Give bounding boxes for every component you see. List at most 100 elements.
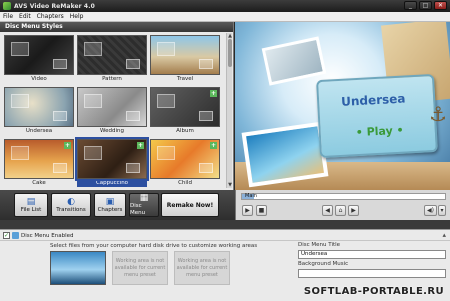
working-area-3[interactable]: Working area is not available for curren… <box>174 251 230 285</box>
disc-menu-icon: ▦ <box>139 193 149 203</box>
timeline-bar[interactable]: Main <box>241 193 446 200</box>
style-item-pattern[interactable]: Pattern <box>77 35 147 83</box>
style-label: Cake <box>32 180 46 186</box>
file-list-icon: ▤ <box>26 196 36 207</box>
background-music-label: Background Music <box>298 261 349 267</box>
placeholder-photo-icon <box>84 42 102 56</box>
file-list-label: File List <box>20 206 42 213</box>
menu-home-button[interactable]: ⌂ <box>335 205 346 216</box>
transitions-button[interactable]: ◐ Transitions <box>51 193 91 217</box>
chapters-button[interactable]: ▣ Chapters <box>94 193 126 217</box>
collapse-icon[interactable]: ▴ <box>442 231 446 239</box>
menu-title-label: Disc Menu Title <box>298 242 341 248</box>
close-button[interactable]: ✕ <box>434 1 447 10</box>
menu-file[interactable]: File <box>3 13 13 20</box>
menu-properties: Disc Menu Title Undersea Background Musi… <box>298 242 446 278</box>
new-badge-icon: + <box>64 142 71 149</box>
style-thumbnail[interactable]: + <box>150 87 220 127</box>
style-item-album[interactable]: + Album <box>150 87 220 135</box>
preview-photo-frame <box>241 121 329 188</box>
styles-grid: Video Pattern Travel Undersea Wedding + … <box>4 35 226 187</box>
style-item-wedding[interactable]: Wedding <box>77 87 147 135</box>
placeholder-photo-icon <box>53 111 67 121</box>
style-thumbnail[interactable]: + <box>150 139 220 179</box>
maximize-button[interactable]: □ <box>419 1 432 10</box>
placeholder-photo-icon <box>53 163 67 173</box>
previous-button[interactable]: ◀ <box>322 205 333 216</box>
remake-now-button[interactable]: Remake Now! <box>161 193 219 217</box>
style-label: Wedding <box>100 128 124 134</box>
placeholder-photo-icon <box>157 94 175 108</box>
disc-menu-icon <box>12 232 19 239</box>
style-item-travel[interactable]: Travel <box>150 35 220 83</box>
app-icon <box>3 2 11 10</box>
anchor-icon: ⚓ <box>429 102 447 126</box>
menu-card: Undersea • Play • <box>316 73 438 159</box>
next-button[interactable]: ▶ <box>348 205 359 216</box>
style-label: Album <box>176 128 194 134</box>
disc-menu-styles-panel: Disc Menu Styles Video Pattern Travel Un… <box>0 22 234 190</box>
style-item-child[interactable]: + Child <box>150 139 220 187</box>
style-item-cappuccino[interactable]: + Cappuccino <box>75 137 149 187</box>
menu-bar: File Edit Chapters Help <box>0 12 450 22</box>
minimize-button[interactable]: _ <box>404 1 417 10</box>
style-label: Video <box>31 76 47 82</box>
timeline-label: Main <box>245 193 257 199</box>
style-thumbnail[interactable]: + <box>75 137 149 181</box>
placeholder-photo-icon <box>11 146 29 160</box>
placeholder-photo-icon <box>199 163 213 173</box>
scroll-down-icon[interactable]: ▼ <box>227 182 233 188</box>
window-controls: _ □ ✕ <box>404 1 447 10</box>
stop-button[interactable]: ■ <box>256 205 267 216</box>
style-thumbnail[interactable] <box>77 35 147 75</box>
style-label: Cappuccino <box>77 179 147 187</box>
menu-title-field[interactable]: Undersea <box>298 250 446 259</box>
style-label: Child <box>178 180 192 186</box>
working-area-1[interactable] <box>50 251 106 285</box>
style-thumbnail[interactable] <box>77 87 147 127</box>
volume-dropdown-icon[interactable]: ▾ <box>438 205 446 216</box>
placeholder-photo-icon <box>11 94 29 108</box>
menu-chapters[interactable]: Chapters <box>37 13 64 20</box>
disc-menu-button[interactable]: ▦ Disc Menu <box>129 193 159 217</box>
menu-title-text[interactable]: Undersea <box>341 91 406 108</box>
scroll-thumb[interactable] <box>228 39 232 67</box>
placeholder-photo-icon <box>84 146 102 160</box>
style-thumbnail[interactable] <box>4 35 74 75</box>
style-item-video[interactable]: Video <box>4 35 74 83</box>
styles-scrollbar[interactable]: ▲ ▼ <box>226 33 232 188</box>
menu-play-button[interactable]: • Play • <box>356 124 404 139</box>
style-item-undersea[interactable]: Undersea <box>4 87 74 135</box>
play-button[interactable]: ▶ <box>242 205 253 216</box>
style-thumbnail[interactable] <box>4 87 74 127</box>
disc-menu-settings: ✓ Disc Menu Enabled ▴ Select files from … <box>0 229 450 301</box>
player-controls: Main ▶ ■ ◀ ⌂ ▶ ◀) ▾ <box>235 190 450 220</box>
placeholder-photo-icon <box>157 146 175 160</box>
background-music-field[interactable] <box>298 269 446 278</box>
volume-button[interactable]: ◀) <box>424 205 437 216</box>
menu-edit[interactable]: Edit <box>19 13 31 20</box>
placeholder-photo-icon <box>84 94 102 108</box>
file-list-button[interactable]: ▤ File List <box>14 193 48 217</box>
placeholder-photo-icon <box>199 111 213 121</box>
working-areas-hint: Select files from your computer hard dis… <box>50 243 258 249</box>
style-thumbnail[interactable] <box>150 35 220 75</box>
placeholder-photo-icon <box>53 59 67 69</box>
window-title: AVS Video ReMaker 4.0 <box>14 2 95 10</box>
disc-menu-enabled-checkbox[interactable]: ✓ <box>3 232 10 239</box>
disc-menu-enabled-row: ✓ Disc Menu Enabled <box>3 232 73 239</box>
menu-help[interactable]: Help <box>70 13 84 20</box>
remake-now-label: Remake Now! <box>166 201 214 209</box>
working-area-2[interactable]: Working area is not available for curren… <box>112 251 168 285</box>
placeholder-photo-icon <box>126 59 140 69</box>
style-label: Undersea <box>25 128 53 134</box>
new-badge-icon: + <box>210 142 217 149</box>
placeholder-photo-icon <box>126 111 140 121</box>
style-item-cake[interactable]: + Cake <box>4 139 74 187</box>
style-label: Travel <box>176 76 194 82</box>
chapters-label: Chapters <box>97 206 123 213</box>
menu-preview: Undersea • Play • ⚓ <box>235 22 450 190</box>
placeholder-photo-icon <box>126 163 140 173</box>
style-thumbnail[interactable]: + <box>4 139 74 179</box>
placeholder-photo-icon <box>199 59 213 69</box>
